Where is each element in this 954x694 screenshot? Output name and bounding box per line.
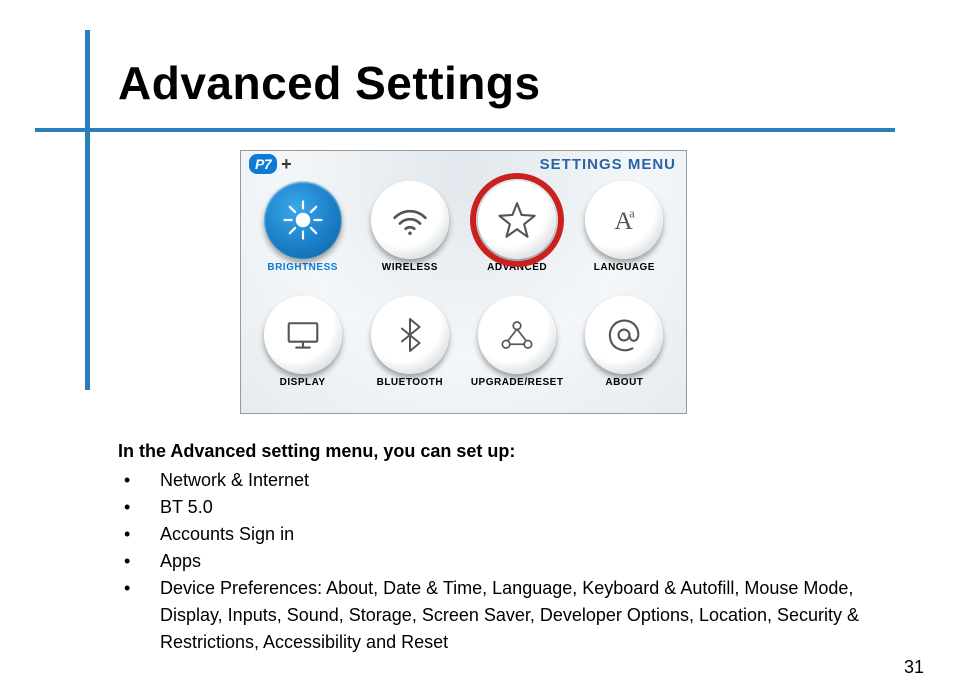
- lead-sentence: In the Advanced setting menu, you can se…: [118, 438, 894, 465]
- list-item: •Apps: [118, 548, 894, 575]
- language-circle: A a: [585, 181, 663, 259]
- bluetooth-icon: [390, 315, 430, 355]
- settings-menu-grid: BRIGHTNESS WIRELES: [251, 181, 676, 407]
- advanced-circle: [478, 181, 556, 259]
- logo-p7-badge: P7: [249, 154, 277, 174]
- wireless-circle: [371, 181, 449, 259]
- page-number: 31: [904, 657, 924, 678]
- menu-item-label: UPGRADE/RESET: [471, 377, 564, 388]
- brightness-icon: [281, 198, 325, 242]
- menu-item-upgrade-reset[interactable]: UPGRADE/RESET: [466, 296, 569, 407]
- settings-menu-title: SETTINGS MENU: [540, 156, 676, 173]
- settings-menu-header: P7 + SETTINGS MENU: [241, 151, 686, 177]
- brightness-circle: [264, 181, 342, 259]
- list-item: •Accounts Sign in: [118, 521, 894, 548]
- menu-item-about[interactable]: ABOUT: [573, 296, 676, 407]
- svg-text:a: a: [630, 206, 636, 220]
- horizontal-rule: [35, 128, 895, 132]
- menu-item-advanced[interactable]: ADVANCED: [466, 181, 569, 292]
- about-circle: [585, 296, 663, 374]
- menu-item-label: DISPLAY: [280, 377, 326, 388]
- list-item: •BT 5.0: [118, 494, 894, 521]
- menu-item-label: ADVANCED: [487, 262, 547, 273]
- display-circle: [264, 296, 342, 374]
- list-item: •Device Preferences: About, Date & Time,…: [118, 575, 894, 656]
- list-item: •Network & Internet: [118, 467, 894, 494]
- logo-plus: +: [281, 154, 292, 175]
- share-nodes-icon: [496, 314, 538, 356]
- product-logo: P7 +: [249, 154, 292, 175]
- menu-item-label: BRIGHTNESS: [267, 262, 338, 273]
- document-page: Advanced Settings P7 + SETTINGS MENU: [0, 0, 954, 694]
- vertical-rule: [85, 30, 90, 390]
- page-title: Advanced Settings: [118, 56, 541, 110]
- menu-item-label: BLUETOOTH: [377, 377, 444, 388]
- menu-item-label: WIRELESS: [382, 262, 438, 273]
- star-icon: [496, 199, 538, 241]
- bluetooth-circle: [371, 296, 449, 374]
- menu-item-display[interactable]: DISPLAY: [251, 296, 354, 407]
- menu-item-wireless[interactable]: WIRELESS: [358, 181, 461, 292]
- menu-item-bluetooth[interactable]: BLUETOOTH: [358, 296, 461, 407]
- settings-menu-figure: P7 + SETTINGS MENU: [240, 150, 687, 414]
- bullet-list: •Network & Internet •BT 5.0 •Accounts Si…: [118, 467, 894, 656]
- menu-item-label: ABOUT: [605, 377, 643, 388]
- menu-item-language[interactable]: A a LANGUAGE: [573, 181, 676, 292]
- wifi-icon: [388, 198, 432, 242]
- menu-item-brightness[interactable]: BRIGHTNESS: [251, 181, 354, 292]
- upgrade-reset-circle: [478, 296, 556, 374]
- body-text: In the Advanced setting menu, you can se…: [118, 438, 894, 656]
- menu-item-label: LANGUAGE: [594, 262, 655, 273]
- at-sign-icon: [603, 314, 645, 356]
- settings-menu: P7 + SETTINGS MENU: [241, 151, 686, 413]
- monitor-icon: [282, 314, 324, 356]
- language-icon: A a: [602, 198, 646, 242]
